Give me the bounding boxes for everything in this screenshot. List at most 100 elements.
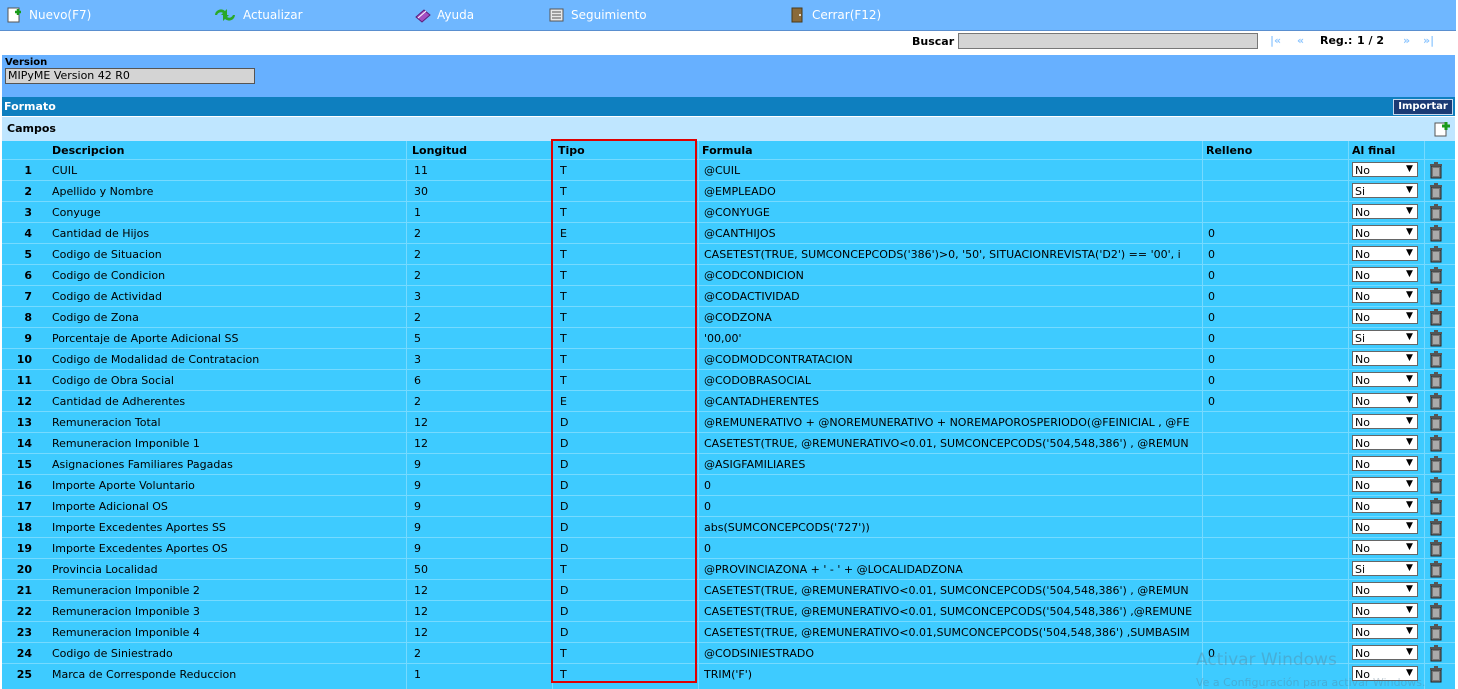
- search-input[interactable]: [958, 33, 1258, 49]
- row-number: 1: [24, 164, 32, 177]
- next-page-button[interactable]: »: [1403, 34, 1410, 47]
- table-row[interactable]: 12 Cantidad de Adherentes 2 E @CANTADHERENTE…: [2, 390, 1455, 412]
- trash-icon[interactable]: [1428, 287, 1444, 305]
- relleno-cell: 0: [1208, 353, 1215, 366]
- table-row[interactable]: 22 Remuneracion Imponible 3 12 D CASETEST(TR…: [2, 600, 1455, 622]
- al-final-select[interactable]: No ▼: [1352, 498, 1418, 513]
- al-final-select[interactable]: No ▼: [1352, 603, 1418, 618]
- trash-icon[interactable]: [1428, 266, 1444, 284]
- trash-icon[interactable]: [1428, 581, 1444, 599]
- al-final-select[interactable]: No ▼: [1352, 162, 1418, 177]
- al-final-select[interactable]: No ▼: [1352, 246, 1418, 261]
- trash-icon[interactable]: [1428, 644, 1444, 662]
- table-row[interactable]: 7 Codigo de Actividad 3 T @CODACTIVIDAD 0 No ▼: [2, 285, 1455, 307]
- trash-icon[interactable]: [1428, 434, 1444, 452]
- search-label: Buscar: [912, 35, 955, 48]
- al-final-select[interactable]: No ▼: [1352, 456, 1418, 471]
- table-row[interactable]: 21 Remuneracion Imponible 2 12 D CASETEST(T…: [2, 579, 1455, 601]
- table-row[interactable]: 6 Codigo de Condicion 2 T @CODCONDICION 0 No ▼: [2, 264, 1455, 286]
- trash-icon[interactable]: [1428, 161, 1444, 179]
- ayuda-button[interactable]: Ayuda: [414, 6, 474, 24]
- al-final-select[interactable]: No ▼: [1352, 351, 1418, 366]
- trash-icon[interactable]: [1428, 476, 1444, 494]
- trash-icon[interactable]: [1428, 413, 1444, 431]
- al-final-select[interactable]: No ▼: [1352, 372, 1418, 387]
- table-row[interactable]: 14 Remuneracion Imponible 1 12 D CASETEST(TR…: [2, 432, 1455, 454]
- table-row[interactable]: 8 Codigo de Zona 2 T @CODZONA 0 No ▼: [2, 306, 1455, 328]
- al-final-select[interactable]: No ▼: [1352, 624, 1418, 639]
- formula-cell: @CODMODCONTRATACION: [704, 353, 853, 366]
- table-row[interactable]: 23 Remuneracion Imponible 4 12 D CASETEST(TR…: [2, 621, 1455, 643]
- new-document-icon: [7, 7, 21, 23]
- trash-icon[interactable]: [1428, 371, 1444, 389]
- al-final-select[interactable]: Si ▼: [1352, 183, 1418, 198]
- table-row[interactable]: 11 Codigo de Obra Social 6 T @CODOBRASOCIAL 0…: [2, 369, 1455, 391]
- al-final-select[interactable]: No ▼: [1352, 225, 1418, 240]
- table-row[interactable]: 18 Importe Excedentes Aportes SS 9 Dabs(SUM…: [2, 516, 1455, 538]
- descripcion-cell: Codigo de Siniestrado: [52, 647, 173, 660]
- table-row[interactable]: 4 Cantidad de Hijos 2 E @CANTHIJOS 0 No ▼: [2, 222, 1455, 244]
- seguimiento-button[interactable]: Seguimiento: [548, 6, 647, 24]
- al-final-select[interactable]: No ▼: [1352, 204, 1418, 219]
- row-number: 17: [16, 500, 32, 513]
- trash-icon[interactable]: [1428, 203, 1444, 221]
- table-row[interactable]: 20 Provincia Localidad 50 T @PROVINCIAZONA +…: [2, 558, 1455, 580]
- table-row[interactable]: 3 Conyuge 1 T @CONYUGE No ▼: [2, 201, 1455, 223]
- al-final-select[interactable]: No ▼: [1352, 267, 1418, 282]
- al-final-select[interactable]: No ▼: [1352, 288, 1418, 303]
- table-row[interactable]: 13 Remuneracion Total 12 D @REMUNERATIVO + @…: [2, 411, 1455, 433]
- last-page-button[interactable]: »|: [1423, 34, 1434, 47]
- trash-icon[interactable]: [1428, 602, 1444, 620]
- al-final-select[interactable]: No ▼: [1352, 309, 1418, 324]
- trash-icon[interactable]: [1428, 539, 1444, 557]
- table-row[interactable]: 17 Importe Adicional OS 9 D 0 No ▼: [2, 495, 1455, 517]
- relleno-cell: 0: [1208, 311, 1215, 324]
- prev-page-button[interactable]: «: [1297, 34, 1304, 47]
- al-final-select[interactable]: No ▼: [1352, 519, 1418, 534]
- al-final-select[interactable]: No ▼: [1352, 540, 1418, 555]
- table-row[interactable]: 15 Asignaciones Familiares Pagadas 9 D @ASIG…: [2, 453, 1455, 475]
- table-row[interactable]: 10 Codigo de Modalidad de Contratacion 3 T @…: [2, 348, 1455, 370]
- trash-icon[interactable]: [1428, 665, 1444, 683]
- actualizar-button[interactable]: Actualizar: [212, 6, 303, 24]
- table-row[interactable]: 1 CUIL 11 T @CUIL No ▼: [2, 159, 1455, 181]
- trash-icon[interactable]: [1428, 623, 1444, 641]
- al-final-select[interactable]: No ▼: [1352, 582, 1418, 597]
- trash-icon[interactable]: [1428, 224, 1444, 242]
- chevron-down-icon: ▼: [1406, 185, 1413, 195]
- table-row[interactable]: 19 Importe Excedentes Aportes OS 9 D 0 No ▼: [2, 537, 1455, 559]
- trash-icon[interactable]: [1428, 560, 1444, 578]
- al-final-value: No: [1355, 521, 1370, 534]
- table-row[interactable]: 9 Porcentaje de Aporte Adicional SS 5 T '00,…: [2, 327, 1455, 349]
- table-row[interactable]: 16 Importe Aporte Voluntario 9 D 0 No ▼: [2, 474, 1455, 496]
- table-row[interactable]: 5 Codigo de Situacion 2 T CASETEST(TRUE, SUM…: [2, 243, 1455, 265]
- cerrar-button[interactable]: Cerrar(F12): [789, 6, 881, 24]
- add-field-icon[interactable]: [1433, 120, 1451, 138]
- al-final-value: No: [1355, 206, 1370, 219]
- first-page-button[interactable]: |«: [1270, 34, 1281, 47]
- trash-icon[interactable]: [1428, 245, 1444, 263]
- nuevo-button[interactable]: Nuevo(F7): [6, 6, 91, 24]
- trash-icon[interactable]: [1428, 308, 1444, 326]
- al-final-select[interactable]: No ▼: [1352, 435, 1418, 450]
- chevron-down-icon: ▼: [1406, 269, 1413, 279]
- trash-icon[interactable]: [1428, 392, 1444, 410]
- al-final-select[interactable]: Si ▼: [1352, 561, 1418, 576]
- trash-icon[interactable]: [1428, 182, 1444, 200]
- trash-icon[interactable]: [1428, 518, 1444, 536]
- al-final-select[interactable]: Si ▼: [1352, 330, 1418, 345]
- al-final-select[interactable]: No ▼: [1352, 414, 1418, 429]
- al-final-select[interactable]: No ▼: [1352, 645, 1418, 660]
- al-final-select[interactable]: No ▼: [1352, 477, 1418, 492]
- trash-icon[interactable]: [1428, 350, 1444, 368]
- importar-button[interactable]: Importar: [1393, 99, 1453, 115]
- windows-watermark-sub: Ve a Configuración para activar Windows.: [1196, 676, 1426, 689]
- al-final-select[interactable]: No ▼: [1352, 393, 1418, 408]
- trash-icon[interactable]: [1428, 329, 1444, 347]
- table-row[interactable]: 2 Apellido y Nombre 30 T @EMPLEADO Si ▼: [2, 180, 1455, 202]
- trash-icon[interactable]: [1428, 455, 1444, 473]
- campos-section: Campos: [2, 117, 1455, 141]
- trash-icon[interactable]: [1428, 497, 1444, 515]
- version-field[interactable]: MIPyME Version 42 R0: [5, 68, 255, 84]
- chevron-down-icon: ▼: [1406, 374, 1413, 384]
